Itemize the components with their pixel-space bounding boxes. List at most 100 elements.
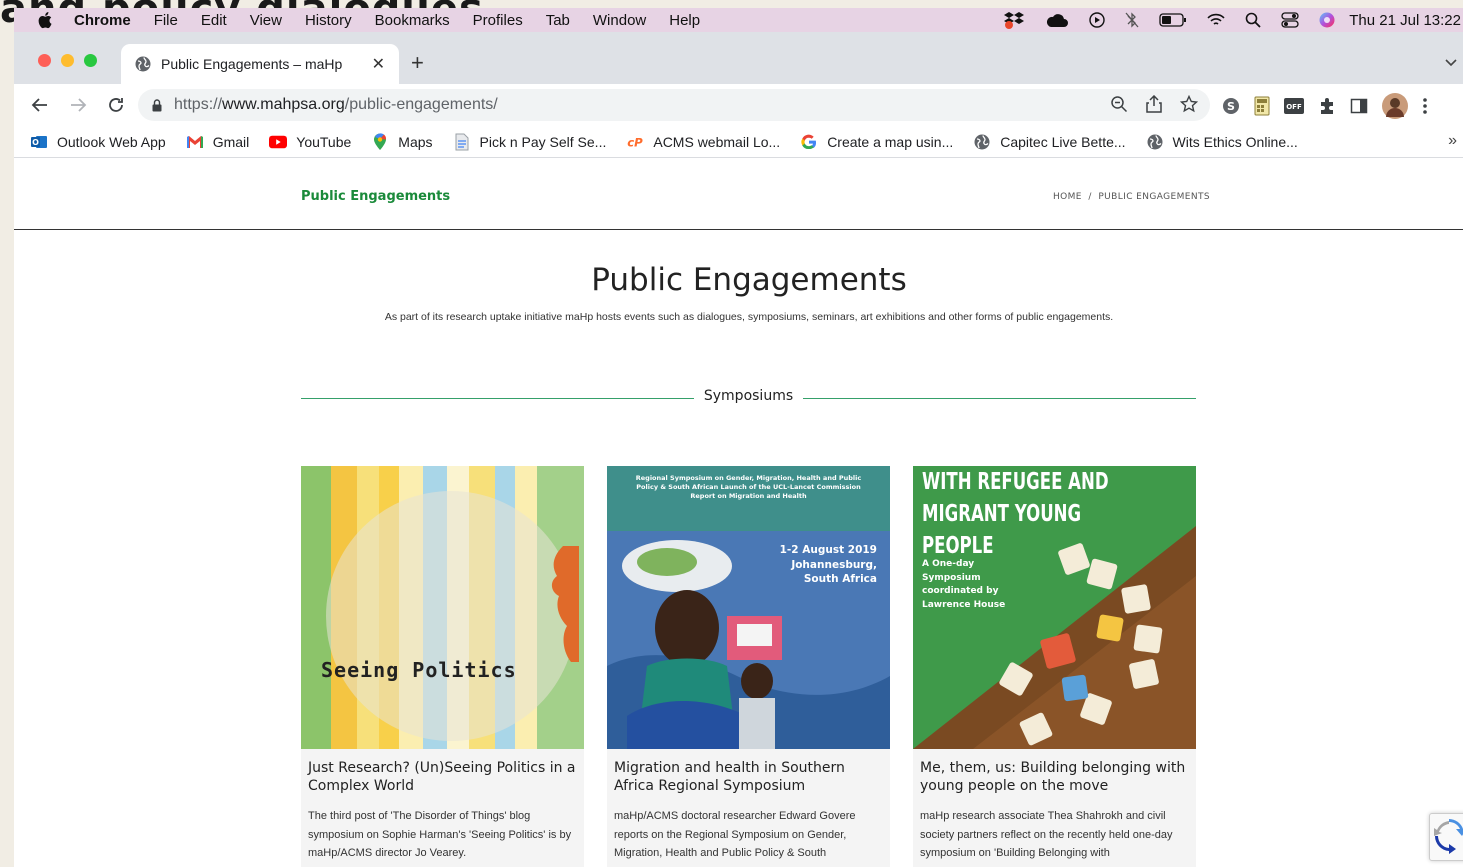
card-title[interactable]: Just Research? (Un)Seeing Politics in a … xyxy=(308,759,577,795)
bookmark-star-icon[interactable] xyxy=(1180,95,1198,113)
url-path: /public-engagements/ xyxy=(344,96,498,113)
card-body: Just Research? (Un)Seeing Politics in a … xyxy=(301,749,584,867)
card[interactable]: Seeing Politics Just Research? (Un)Seein… xyxy=(301,466,584,867)
card-title[interactable]: Migration and health in Southern Africa … xyxy=(614,759,883,795)
siri-icon[interactable] xyxy=(1319,12,1335,28)
globe-icon xyxy=(973,133,991,151)
card-image-building-belonging[interactable]: WITH REFUGEE AND MIGRANT YOUNG PEOPLE A … xyxy=(913,466,1196,749)
recaptcha-badge[interactable] xyxy=(1429,813,1463,861)
breadcrumb-separator: / xyxy=(1088,192,1092,202)
bookmark-wits-ethics[interactable]: Wits Ethics Online... xyxy=(1146,133,1298,151)
menu-file[interactable]: File xyxy=(154,12,178,29)
new-tab-icon[interactable]: + xyxy=(411,50,424,76)
bookmark-label: Pick n Pay Self Se... xyxy=(479,133,607,150)
puzzle-extensions-icon[interactable] xyxy=(1318,97,1336,115)
navigation-buttons xyxy=(30,96,144,114)
card-excerpt: The third post of 'The Disorder of Thing… xyxy=(308,810,572,859)
menu-view[interactable]: View xyxy=(250,12,282,29)
card-image-regional-symposium[interactable]: Regional Symposium on Gender, Migration,… xyxy=(607,466,890,749)
bookmark-label: Outlook Web App xyxy=(57,133,166,150)
globe-icon xyxy=(135,56,151,72)
page-title-bar-text: Public Engagements xyxy=(301,189,451,204)
bookmark-label: Create a map usin... xyxy=(827,133,954,150)
window-controls xyxy=(38,54,107,67)
wifi-icon[interactable] xyxy=(1207,13,1225,27)
section-divider: Symposiums xyxy=(301,388,1196,408)
menu-tab[interactable]: Tab xyxy=(546,12,570,29)
zoom-window-button[interactable] xyxy=(84,54,97,67)
omnibox-actions xyxy=(1092,95,1198,113)
bookmark-gmail[interactable]: Gmail xyxy=(186,133,250,151)
minimize-window-button[interactable] xyxy=(61,54,74,67)
card-image-header-line: WITH REFUGEE AND xyxy=(922,469,1109,495)
bookmark-acms-webmail[interactable]: cP ACMS webmail Lo... xyxy=(626,133,781,151)
cloud-icon[interactable] xyxy=(1045,12,1069,28)
bluetooth-off-icon[interactable] xyxy=(1125,12,1139,28)
off-toggle-extension-icon[interactable]: OFF xyxy=(1284,98,1304,114)
card[interactable]: Regional Symposium on Gender, Migration,… xyxy=(607,466,890,867)
card-image-subtitle: A One-day Symposium coordinated by Lawre… xyxy=(922,559,1006,610)
chrome-menu-icon[interactable] xyxy=(1422,97,1428,115)
bookmark-create-map[interactable]: Create a map usin... xyxy=(800,133,953,151)
menu-history[interactable]: History xyxy=(305,12,352,29)
menu-help[interactable]: Help xyxy=(669,12,700,29)
play-circle-icon[interactable] xyxy=(1089,12,1105,28)
close-window-button[interactable] xyxy=(38,54,51,67)
bookmark-label: YouTube xyxy=(296,133,352,150)
share-icon[interactable] xyxy=(1146,95,1162,113)
page-title-bar: Public Engagements HOME / PUBLIC ENGAGEM… xyxy=(14,166,1463,230)
active-tab[interactable]: Public Engagements – maHp ✕ xyxy=(121,44,399,84)
menu-profiles[interactable]: Profiles xyxy=(473,12,523,29)
tab-title: Public Engagements – maHp xyxy=(161,56,343,72)
skype-extension-icon[interactable]: S xyxy=(1222,97,1240,115)
calculator-extension-icon[interactable] xyxy=(1254,96,1270,116)
breadcrumb: HOME / PUBLIC ENGAGEMENTS xyxy=(1053,192,1210,202)
bookmark-capitec[interactable]: Capitec Live Bette... xyxy=(973,133,1126,151)
bookmark-pick-n-pay[interactable]: Pick n Pay Self Se... xyxy=(453,133,607,151)
profile-avatar[interactable] xyxy=(1382,93,1408,119)
menu-edit[interactable]: Edit xyxy=(201,12,227,29)
breadcrumb-home[interactable]: HOME xyxy=(1053,192,1082,202)
outlook-icon: O xyxy=(30,133,48,151)
reload-icon[interactable] xyxy=(106,96,126,114)
browser-toolbar: https://www.mahpsa.org/public-engagement… xyxy=(14,84,1463,126)
zoom-icon[interactable] xyxy=(1110,95,1128,113)
breadcrumb-current: PUBLIC ENGAGEMENTS xyxy=(1098,192,1210,202)
lock-icon[interactable] xyxy=(152,98,162,112)
bookmark-label: Gmail xyxy=(212,133,250,150)
bookmarks-bar: O Outlook Web App Gmail YouTube Maps Pic… xyxy=(14,126,1463,158)
control-center-icon[interactable] xyxy=(1281,12,1299,28)
address-bar[interactable]: https://www.mahpsa.org/public-engagement… xyxy=(138,89,1210,121)
close-tab-icon[interactable]: ✕ xyxy=(372,54,385,74)
battery-icon[interactable] xyxy=(1159,13,1187,27)
forward-icon[interactable] xyxy=(68,97,88,113)
apple-icon[interactable] xyxy=(38,11,60,29)
menubar-clock[interactable]: Thu 21 Jul 13:22 xyxy=(1349,12,1461,29)
card[interactable]: WITH REFUGEE AND MIGRANT YOUNG PEOPLE A … xyxy=(913,466,1196,867)
spotlight-search-icon[interactable] xyxy=(1245,12,1261,28)
card-image-header-line: MIGRANT YOUNG xyxy=(922,501,1082,527)
card-image-header: WITH REFUGEE AND MIGRANT YOUNG PEOPLE xyxy=(922,466,1109,562)
card-image-caption: Seeing Politics xyxy=(321,658,517,682)
tab-search-chevron-icon[interactable] xyxy=(1445,54,1457,72)
card-title[interactable]: Me, them, us: Building belonging with yo… xyxy=(920,759,1189,795)
dropbox-icon[interactable] xyxy=(1003,11,1025,29)
chrome-window: Public Engagements – maHp ✕ + https://ww… xyxy=(14,32,1463,867)
bookmark-maps[interactable]: Maps xyxy=(371,132,433,151)
menu-app-name[interactable]: Chrome xyxy=(74,12,131,29)
page-heading: Public Engagements xyxy=(591,262,907,298)
url-host: www.mahpsa.org xyxy=(222,96,345,113)
bookmark-youtube[interactable]: YouTube xyxy=(269,133,351,151)
menu-bookmarks[interactable]: Bookmarks xyxy=(375,12,450,29)
recaptcha-icon xyxy=(1434,819,1463,854)
card-image-seeing-politics[interactable]: Seeing Politics xyxy=(301,466,584,749)
tab-strip: Public Engagements – maHp ✕ + xyxy=(14,32,1463,84)
back-icon[interactable] xyxy=(30,97,50,113)
url-scheme: https:// xyxy=(174,96,223,113)
card-excerpt: maHp/ACMS doctoral researcher Edward Gov… xyxy=(614,810,856,859)
bookmark-outlook[interactable]: O Outlook Web App xyxy=(30,133,166,151)
side-panel-icon[interactable] xyxy=(1350,97,1368,115)
menu-window[interactable]: Window xyxy=(593,12,646,29)
svg-text:O: O xyxy=(32,138,39,147)
bookmarks-overflow-icon[interactable]: » xyxy=(1448,132,1457,150)
